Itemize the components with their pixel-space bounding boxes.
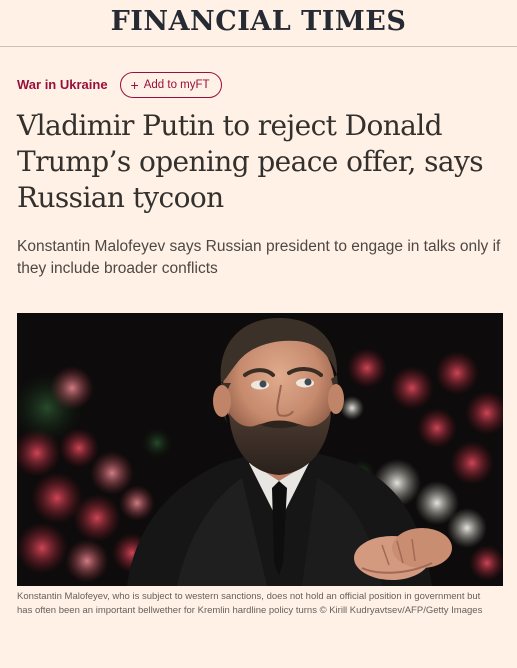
- add-to-myft-button[interactable]: + Add to myFT: [119, 71, 222, 98]
- masthead: FINANCIAL TIMES: [0, 0, 517, 47]
- plus-icon: +: [130, 76, 139, 93]
- article-photo: [17, 313, 503, 586]
- topic-link-war-in-ukraine[interactable]: War in Ukraine: [17, 77, 108, 92]
- article-standfirst: Konstantin Malofeyev says Russian presid…: [17, 238, 501, 277]
- article-photo-illustration: [17, 313, 503, 586]
- image-caption: Konstantin Malofeyev, who is subject to …: [17, 591, 483, 616]
- add-to-myft-label: Add to myFT: [143, 78, 210, 91]
- article-headline: Vladimir Putin to reject Donald Trump’s …: [17, 109, 484, 214]
- ft-logo[interactable]: FINANCIAL TIMES: [111, 5, 407, 39]
- topic-row: War in Ukraine + Add to myFT: [17, 71, 222, 98]
